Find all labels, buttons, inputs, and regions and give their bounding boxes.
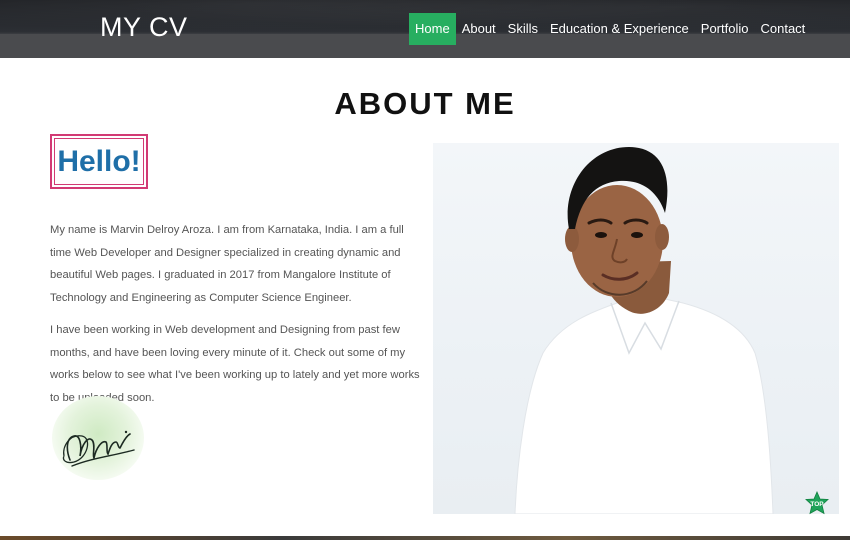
- signature-mark: [62, 430, 135, 467]
- hello-box: Hello!: [50, 134, 148, 189]
- nav-about[interactable]: About: [456, 13, 502, 45]
- back-to-top-button[interactable]: TOP: [805, 490, 829, 515]
- nav-education-experience[interactable]: Education & Experience: [544, 13, 695, 45]
- back-to-top-label: TOP: [810, 501, 824, 508]
- profile-photo: [433, 143, 839, 514]
- about-paragraph-1: My name is Marvin Delroy Aroza. I am fro…: [50, 224, 404, 304]
- next-section-edge: [0, 536, 850, 540]
- brand-logo[interactable]: MY CV: [100, 12, 188, 43]
- nav-contact[interactable]: Contact: [754, 13, 811, 45]
- top-navbar: MY CV Home About Skills Education & Expe…: [0, 0, 850, 58]
- nav-portfolio[interactable]: Portfolio: [695, 13, 755, 45]
- nav-skills[interactable]: Skills: [502, 13, 544, 45]
- star-icon: TOP: [805, 490, 829, 515]
- main-nav: Home About Skills Education & Experience…: [409, 13, 811, 45]
- profile-portrait: [514, 147, 774, 514]
- hello-heading: Hello!: [54, 138, 144, 185]
- signature-image: [52, 396, 144, 480]
- nav-home[interactable]: Home: [409, 13, 456, 45]
- section-title: ABOUT ME: [334, 86, 516, 121]
